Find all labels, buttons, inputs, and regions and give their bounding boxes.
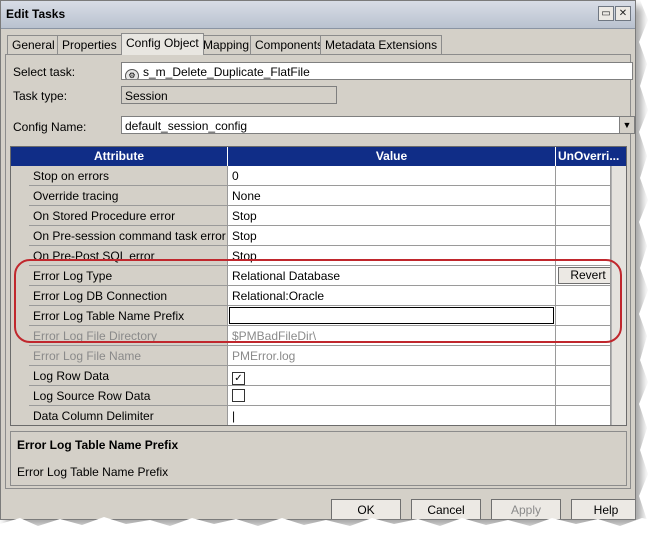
attribute-cell: On Pre-session command task error <box>29 226 228 246</box>
table-row[interactable]: Log Source Row Data <box>11 386 611 406</box>
attribute-cell: Error Log File Directory <box>29 326 228 346</box>
help-button[interactable]: Help <box>571 499 635 519</box>
apply-button[interactable]: Apply <box>491 499 561 519</box>
attribute-cell: On Stored Procedure error <box>29 206 228 226</box>
select-task-label: Select task: <box>13 65 76 79</box>
unoverride-cell <box>556 206 611 226</box>
unoverride-cell <box>556 166 611 186</box>
attribute-grid: Attribute Value UnOverri... Stop on erro… <box>10 146 627 426</box>
torn-edge-right <box>639 0 671 546</box>
attribute-cell: On Pre-Post SQL error <box>29 246 228 266</box>
task-type-label: Task type: <box>13 89 68 103</box>
attribute-cell: Override tracing <box>29 186 228 206</box>
config-name-label: Config Name: <box>13 120 87 134</box>
column-header-value[interactable]: Value <box>228 147 556 166</box>
attribute-cell: Log Row Data <box>29 366 228 386</box>
chevron-down-icon[interactable]: ▼ <box>619 117 634 133</box>
vertical-scrollbar[interactable] <box>611 166 626 425</box>
value-cell-editing[interactable] <box>228 306 556 326</box>
value-cell[interactable]: Stop <box>228 246 556 266</box>
value-cell[interactable]: | <box>228 406 556 425</box>
attribute-cell: Error Log Type <box>29 266 228 286</box>
tab-mapping[interactable]: Mapping <box>198 35 255 55</box>
tab-strip: General Properties Config Object Mapping… <box>7 33 635 55</box>
table-name-prefix-input[interactable] <box>229 307 554 324</box>
value-cell[interactable] <box>228 386 556 406</box>
unoverride-cell <box>556 366 611 386</box>
tab-general[interactable]: General <box>7 35 60 55</box>
value-cell: PMError.log <box>228 346 556 366</box>
value-cell[interactable]: Stop <box>228 206 556 226</box>
window-title: Edit Tasks <box>6 7 66 21</box>
description-panel: Error Log Table Name Prefix Error Log Ta… <box>10 431 627 486</box>
table-row[interactable]: Error Log DB Connection Relational:Oracl… <box>11 286 611 306</box>
value-cell[interactable]: Stop <box>228 226 556 246</box>
config-name-value: default_session_config <box>125 119 248 133</box>
column-header-unoverride[interactable]: UnOverri... <box>556 147 626 166</box>
table-row[interactable]: Error Log Table Name Prefix <box>11 306 611 326</box>
log-source-row-data-checkbox[interactable] <box>232 389 245 402</box>
title-bar: Edit Tasks ▭ ✕ <box>1 1 635 29</box>
tab-components[interactable]: Components <box>250 35 329 55</box>
tab-config-object[interactable]: Config Object <box>121 33 204 55</box>
unoverride-cell <box>556 386 611 406</box>
unoverride-cell <box>556 346 611 366</box>
session-task-icon: ⚙ <box>125 69 139 79</box>
value-cell[interactable]: Relational Database <box>228 266 556 286</box>
value-cell[interactable]: None <box>228 186 556 206</box>
config-name-dropdown[interactable]: default_session_config ▼ <box>121 116 635 134</box>
description-text: Error Log Table Name Prefix <box>17 465 169 479</box>
table-row[interactable]: On Pre-session command task error Stop <box>11 226 611 246</box>
attribute-cell: Data Column Delimiter <box>29 406 228 425</box>
table-row[interactable]: Stop on errors 0 <box>11 166 611 186</box>
table-row[interactable]: Data Column Delimiter | <box>11 406 611 425</box>
attribute-cell: Error Log DB Connection <box>29 286 228 306</box>
table-row[interactable]: Error Log File Directory $PMBadFileDir\ <box>11 326 611 346</box>
attribute-cell: Error Log Table Name Prefix <box>29 306 228 326</box>
unoverride-cell <box>556 226 611 246</box>
revert-button[interactable]: Revert <box>558 267 610 284</box>
ok-button[interactable]: OK <box>331 499 401 519</box>
tab-metadata-extensions[interactable]: Metadata Extensions <box>320 35 443 55</box>
attribute-cell: Stop on errors <box>29 166 228 186</box>
table-row[interactable]: Log Row Data ✓ <box>11 366 611 386</box>
column-header-attribute[interactable]: Attribute <box>11 147 228 166</box>
unoverride-cell <box>556 406 611 425</box>
table-row[interactable]: Override tracing None <box>11 186 611 206</box>
unoverride-cell <box>556 186 611 206</box>
table-row[interactable]: Error Log File Name PMError.log <box>11 346 611 366</box>
value-cell[interactable]: Relational:Oracle <box>228 286 556 306</box>
select-task-value: s_m_Delete_Duplicate_FlatFile <box>143 65 310 79</box>
tab-properties[interactable]: Properties <box>57 35 122 55</box>
close-button[interactable]: ✕ <box>615 6 631 21</box>
unoverride-cell: Revert <box>556 266 611 286</box>
attribute-cell: Log Source Row Data <box>29 386 228 406</box>
unoverride-cell <box>556 326 611 346</box>
attribute-cell: Error Log File Name <box>29 346 228 366</box>
unoverride-cell <box>556 286 611 306</box>
unoverride-cell <box>556 246 611 266</box>
select-task-field[interactable]: ⚙ s_m_Delete_Duplicate_FlatFile <box>121 62 633 80</box>
value-cell[interactable]: ✓ <box>228 366 556 386</box>
cancel-button[interactable]: Cancel <box>411 499 481 519</box>
value-cell: $PMBadFileDir\ <box>228 326 556 346</box>
task-type-field: Session <box>121 86 337 104</box>
value-cell[interactable]: 0 <box>228 166 556 186</box>
minimize-button[interactable]: ▭ <box>598 6 614 21</box>
log-row-data-checkbox[interactable]: ✓ <box>232 372 245 385</box>
table-row[interactable]: Error Log Type Relational Database Rever… <box>11 266 611 286</box>
edit-tasks-dialog: Edit Tasks ▭ ✕ General Properties Config… <box>0 0 636 520</box>
description-title: Error Log Table Name Prefix <box>17 438 179 452</box>
table-row[interactable]: On Pre-Post SQL error Stop <box>11 246 611 266</box>
unoverride-cell <box>556 306 611 326</box>
table-row[interactable]: On Stored Procedure error Stop <box>11 206 611 226</box>
